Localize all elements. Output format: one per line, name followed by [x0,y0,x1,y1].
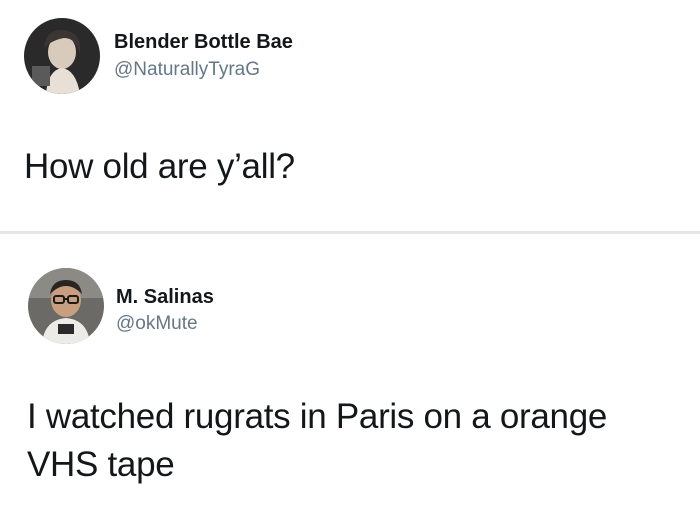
avatar-photo-icon [28,268,104,344]
tweet-card-reply: M. Salinas @okMute I watched rugrats in … [0,234,700,522]
user-avatar-icon[interactable] [28,268,104,344]
user-avatar-icon[interactable] [24,18,100,94]
tweet-text: I watched rugrats in Paris on a orange V… [27,397,608,484]
tweet-card-original: Blender Bottle Bae @NaturallyTyraG How o… [0,0,700,231]
display-name[interactable]: M. Salinas [116,286,214,309]
display-name[interactable]: Blender Bottle Bae [114,31,293,54]
user-handle[interactable]: @NaturallyTyraG [114,59,260,81]
user-handle[interactable]: @okMute [116,313,198,335]
tweet-text: How old are y’all? [24,147,295,186]
avatar-photo-icon [24,18,100,94]
